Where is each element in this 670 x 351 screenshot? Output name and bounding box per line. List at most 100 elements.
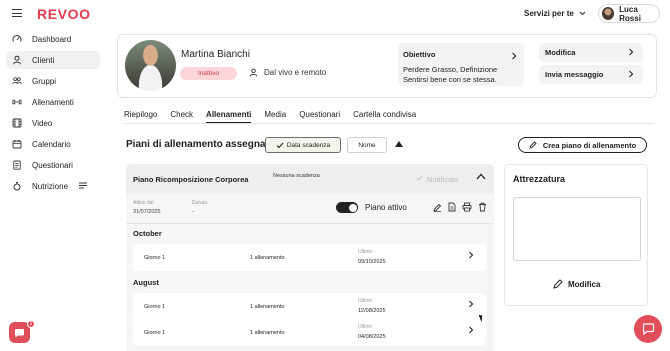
plan-expiry: Nessuna scadenza [273, 173, 320, 179]
check-icon [276, 142, 284, 148]
day-row[interactable]: Giorno 1 1 allenamento Ultimo 12/08/2025 [133, 293, 486, 320]
plan-divider [126, 223, 494, 224]
user-avatar [602, 7, 615, 20]
sidebar-item-label: Gruppi [32, 76, 57, 86]
status-badge: Inattivo [180, 67, 237, 80]
check-icon [416, 175, 423, 181]
create-plan-button[interactable]: Crea piano di allenamento [518, 137, 647, 153]
top-bar: REVOO Servizi per te Luca Rossi [0, 0, 670, 28]
chevron-right-icon [629, 70, 634, 78]
day-name: Giorno 1 [144, 255, 166, 261]
trash-icon[interactable] [477, 201, 487, 213]
sidebar-item-video[interactable]: Video [6, 114, 100, 132]
goal-text: Perdere Grasso, Definizione Sentirsi ben… [403, 65, 498, 84]
equipment-edit-label: Modifica [568, 279, 601, 289]
workout-count: 1 allenamento [250, 304, 285, 310]
sidebar-item-label: Allenamenti [32, 97, 74, 107]
equipment-title: Attrezzatura [513, 174, 566, 184]
workout-count: 1 allenamento [250, 330, 285, 336]
plan-title: Piano Ricomposizione Corporea [133, 175, 249, 184]
chevron-right-icon [629, 48, 634, 56]
calendar-icon [12, 139, 22, 149]
print-icon[interactable] [462, 201, 472, 213]
plan-tools [432, 201, 487, 213]
tab-media[interactable]: Media [264, 110, 286, 123]
equipment-text-area[interactable] [513, 197, 641, 261]
chevron-up-icon[interactable] [476, 173, 486, 180]
sidebar-item-label: Questionari [32, 160, 73, 170]
gauge-icon [12, 34, 22, 44]
chevron-right-icon [469, 300, 474, 308]
month-heading: August [133, 278, 159, 287]
sidebar-item-gruppi[interactable]: Gruppi [6, 72, 100, 90]
sidebar-item-label: Nutrizione [32, 181, 69, 191]
user-menu[interactable]: Luca Rossi [598, 4, 660, 23]
client-tabs: Riepilogo Check Allenamenti Media Questi… [124, 110, 429, 123]
document-icon[interactable] [447, 201, 457, 213]
client-name: Martina Bianchi [181, 49, 250, 60]
services-dropdown[interactable]: Servizi per te [524, 9, 586, 18]
video-icon [12, 118, 22, 128]
sidebar-item-clienti[interactable]: Clienti [6, 51, 100, 69]
chevron-down-icon [579, 11, 586, 16]
send-message-button[interactable]: Invia messaggio [539, 65, 643, 84]
last-date: 09/10/2025 [358, 259, 386, 265]
sort-date-label: Data scadenza [286, 141, 331, 149]
last-date: 12/08/2025 [358, 308, 386, 314]
menu-icon[interactable] [12, 9, 22, 18]
user-icon [12, 55, 22, 65]
sidebar-item-label: Dashboard [32, 34, 72, 44]
nutrition-icon [12, 181, 22, 191]
edit-client-button[interactable]: Modifica [539, 43, 643, 62]
goal-title: Obiettivo [403, 50, 436, 59]
sidebar-item-questionari[interactable]: Questionari [6, 156, 100, 174]
sort-date-button[interactable]: Data scadenza [265, 137, 341, 153]
tab-riepilogo[interactable]: Riepilogo [124, 110, 157, 123]
sort-name-button[interactable]: Nome [347, 137, 387, 153]
day-row[interactable]: Giorno 1 1 allenamento Ultimo 04/08/2025 [133, 319, 486, 346]
day-name: Giorno 1 [144, 330, 166, 336]
tray-icon [78, 181, 88, 191]
clipboard-icon [12, 160, 22, 170]
dumbbell-icon [12, 97, 22, 107]
day-row[interactable]: Giorno 1 1 allenamento Ultimo 09/10/2025 [133, 244, 486, 271]
duration-value: - [192, 209, 194, 215]
tab-cartella-condivisa[interactable]: Cartella condivisa [353, 110, 416, 123]
chat-icon [15, 328, 24, 337]
goal-box[interactable]: Obiettivo Perdere Grasso, Definizione Se… [398, 43, 524, 86]
plan-header[interactable]: Piano Ricomposizione Corporea Nessuna sc… [126, 164, 494, 194]
tab-allenamenti[interactable]: Allenamenti [206, 110, 252, 123]
equipment-card: Attrezzatura Modifica [504, 164, 648, 306]
chat-badge: 1 [27, 320, 35, 328]
chat-support-button[interactable] [634, 315, 662, 343]
user-name: Luca Rossi [619, 4, 641, 23]
sidebar-item-dashboard[interactable]: Dashboard [6, 30, 100, 48]
chat-icon [642, 323, 654, 335]
active-since-value: 31/07/2025 [133, 209, 161, 215]
services-label: Servizi per te [524, 9, 574, 18]
chevron-right-icon [469, 326, 474, 334]
sidebar-item-nutrizione[interactable]: Nutrizione [6, 177, 100, 195]
last-date: 04/08/2025 [358, 334, 386, 340]
chevron-right-icon [469, 251, 474, 259]
app-logo[interactable]: REVOO [37, 6, 91, 22]
equipment-edit-button[interactable]: Modifica [553, 279, 600, 289]
tabs-divider [124, 123, 654, 124]
sort-direction-icon[interactable] [395, 141, 403, 147]
sidebar-item-calendario[interactable]: Calendario [6, 135, 100, 153]
tab-questionari[interactable]: Questionari [299, 110, 340, 123]
tab-check[interactable]: Check [170, 110, 193, 123]
chevron-right-icon [512, 52, 517, 60]
plan-card: Piano Ricomposizione Corporea Nessuna sc… [126, 164, 494, 351]
plan-active-toggle[interactable] [336, 202, 358, 213]
month-heading: October [133, 229, 162, 238]
edit-icon[interactable] [432, 201, 442, 213]
notified-label: Notificato [427, 175, 459, 184]
sidebar-item-label: Clienti [32, 55, 55, 65]
day-name: Giorno 1 [144, 304, 166, 310]
client-profile-card: Martina Bianchi Inattivo Dal vivo e remo… [117, 34, 657, 98]
sidebar-item-allenamenti[interactable]: Allenamenti [6, 93, 100, 111]
section-title: Piani di allenamento assegnati [126, 139, 272, 150]
workout-count: 1 allenamento [250, 255, 285, 261]
sidebar: Dashboard Clienti Gruppi Allenamenti Vid… [0, 30, 105, 198]
